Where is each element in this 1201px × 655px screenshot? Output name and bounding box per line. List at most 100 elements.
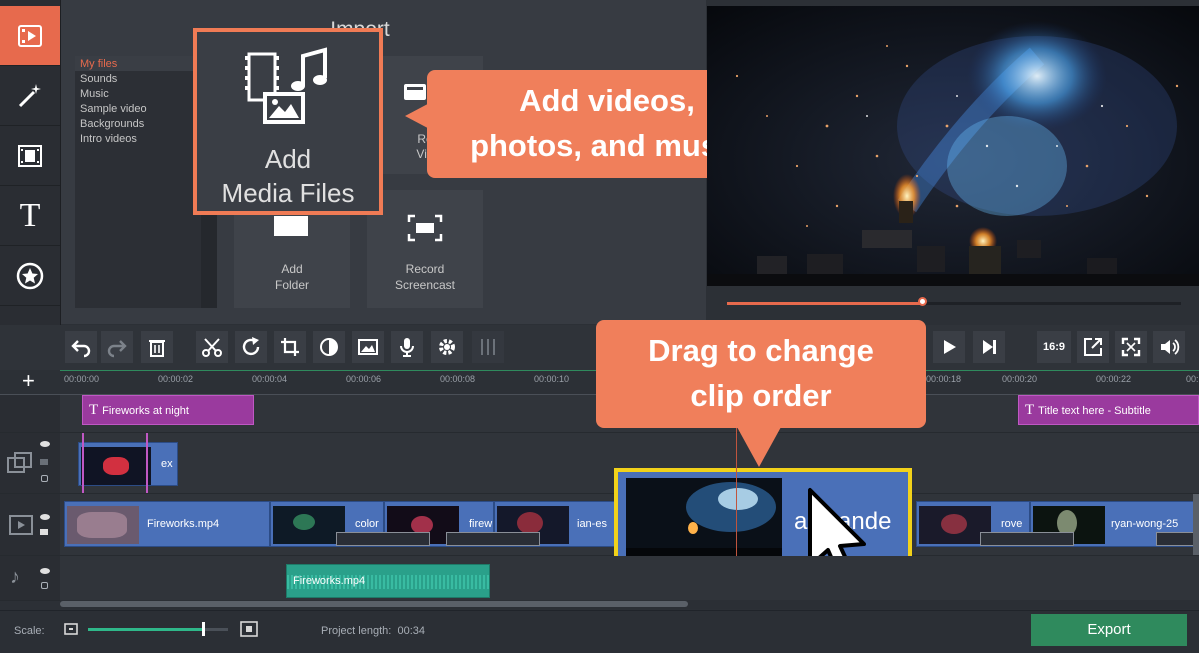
screencast-icon xyxy=(407,214,443,242)
crop-icon xyxy=(281,338,299,356)
ruler-tick: 00:00:06 xyxy=(346,374,382,384)
equalizer-button[interactable] xyxy=(472,331,504,363)
undo-icon xyxy=(71,340,91,358)
zoom-in-icon[interactable] xyxy=(240,621,258,637)
scale-label: Scale: xyxy=(14,625,45,637)
fullscreen-button[interactable] xyxy=(1115,331,1147,363)
scale-slider[interactable] xyxy=(88,622,228,636)
next-frame-button[interactable] xyxy=(973,331,1005,363)
ruler-tick: 00:00:22 xyxy=(1096,374,1132,384)
sidebar-transitions-button[interactable] xyxy=(0,126,60,186)
scale-slider-fill xyxy=(88,628,203,631)
dragged-clip-thumbnail xyxy=(626,478,782,562)
video-clip-thumbnail xyxy=(67,506,139,544)
video-editor-app: T Import My files Sounds Music Sample vi… xyxy=(0,0,1199,653)
clip-properties-button[interactable] xyxy=(431,331,463,363)
volume-icon xyxy=(1161,339,1180,355)
zoom-out-icon[interactable] xyxy=(64,623,78,635)
video-track-icon xyxy=(9,515,33,535)
timeline-horizontal-scrollbar-track xyxy=(60,600,1199,609)
play-icon xyxy=(944,340,956,354)
audio-track-header: ♪ xyxy=(0,556,60,600)
bottom-bar: Scale: Project length: 00:34 xyxy=(0,610,1199,653)
sidebar-titles-button[interactable]: T xyxy=(0,186,60,246)
record-audio-button[interactable] xyxy=(391,331,423,363)
audio-clip[interactable]: Fireworks.mp4 xyxy=(286,564,490,598)
title-clip-subtitle[interactable]: T Title text here - Subtitle xyxy=(1018,395,1199,425)
player-progress-area xyxy=(707,286,1199,324)
undo-button[interactable] xyxy=(65,331,97,363)
color-adjust-icon xyxy=(320,338,338,356)
color-adjust-button[interactable] xyxy=(313,331,345,363)
aspect-ratio-button[interactable]: 16:9 xyxy=(1037,331,1071,363)
file-category-backgrounds[interactable]: Backgrounds xyxy=(80,117,144,132)
media-files-icon xyxy=(245,47,327,124)
timeline-horizontal-scrollbar[interactable] xyxy=(60,601,688,607)
transition-marker[interactable] xyxy=(980,532,1074,546)
player-progress-fill xyxy=(727,302,923,305)
mute-icon[interactable] xyxy=(40,459,48,465)
play-button[interactable] xyxy=(933,331,965,363)
aspect-ratio-icon: 16:9 xyxy=(1042,341,1066,353)
settings-icon xyxy=(439,339,455,355)
video-clip-label: ryan-wong-25 xyxy=(1111,518,1179,530)
transition-marker[interactable] xyxy=(336,532,430,546)
file-category-sounds[interactable]: Sounds xyxy=(80,72,117,87)
cut-button[interactable] xyxy=(196,331,228,363)
export-button[interactable]: Export xyxy=(1031,614,1187,646)
scale-slider-handle[interactable] xyxy=(201,622,205,636)
add-media-files-button[interactable]: Add Media Files xyxy=(193,28,383,215)
sidebar-filters-button[interactable] xyxy=(0,66,60,126)
add-media-files-label: Add Media Files xyxy=(197,142,379,210)
add-track-button[interactable]: + xyxy=(22,368,35,394)
rotate-icon xyxy=(242,337,260,356)
video-track-header xyxy=(0,494,60,555)
import-film-icon xyxy=(18,24,42,47)
callout-drag-clip: Drag to change clip order xyxy=(596,320,926,428)
music-note-icon: ♪ xyxy=(10,566,20,588)
overlay-clip[interactable]: ex xyxy=(78,442,178,486)
overlay-track: ex xyxy=(0,433,1199,494)
crop-button[interactable] xyxy=(274,331,306,363)
image-icon xyxy=(358,339,378,355)
video-clip-label: ian-es xyxy=(577,518,607,530)
overlay-track-header xyxy=(0,433,60,493)
file-category-sample-video[interactable]: Sample video xyxy=(80,102,147,117)
ruler-tick: 00:00:04 xyxy=(252,374,288,384)
file-category-music[interactable]: Music xyxy=(80,87,109,102)
title-clip-label: Title text here - Subtitle xyxy=(1038,405,1151,417)
volume-button[interactable] xyxy=(1153,331,1185,363)
sidebar-import-button[interactable] xyxy=(0,6,60,66)
delete-button[interactable] xyxy=(141,331,173,363)
image-button[interactable] xyxy=(352,331,384,363)
popout-player-button[interactable] xyxy=(1077,331,1109,363)
ruler-tick: 00:00:10 xyxy=(534,374,570,384)
file-category-my-files[interactable]: My files xyxy=(80,57,117,72)
title-clip-fireworks-at-night[interactable]: T Fireworks at night xyxy=(82,395,254,425)
cut-icon xyxy=(202,338,222,357)
rotate-button[interactable] xyxy=(235,331,267,363)
video-preview xyxy=(707,6,1199,286)
magic-wand-icon xyxy=(18,83,41,107)
sidebar-stickers-button[interactable] xyxy=(0,246,60,306)
player-progress-track[interactable] xyxy=(727,297,1181,306)
video-track: Fireworks.mp4 color firew ian-es rove ry… xyxy=(0,494,1199,556)
record-screencast-tile[interactable]: Record Screencast xyxy=(367,190,483,308)
redo-button[interactable] xyxy=(101,331,133,363)
lock-icon[interactable] xyxy=(41,475,48,482)
eye-icon[interactable] xyxy=(40,568,50,574)
transition-marker[interactable] xyxy=(446,532,540,546)
eye-icon[interactable] xyxy=(40,441,50,447)
lock-icon[interactable] xyxy=(41,582,48,589)
player-progress-handle[interactable] xyxy=(918,297,928,306)
add-media-label-line2: Media Files xyxy=(221,178,355,208)
video-clip[interactable]: Fireworks.mp4 xyxy=(64,501,270,547)
titles-icon: T xyxy=(19,196,41,234)
timeline-vertical-scrollbar[interactable] xyxy=(1193,494,1199,555)
mute-icon[interactable] xyxy=(40,529,48,535)
title-track-header xyxy=(0,395,60,432)
eye-icon[interactable] xyxy=(40,514,50,520)
transitions-icon xyxy=(18,144,42,167)
overlay-clip-label: ex xyxy=(161,458,173,470)
file-category-intro-videos[interactable]: Intro videos xyxy=(80,132,137,147)
